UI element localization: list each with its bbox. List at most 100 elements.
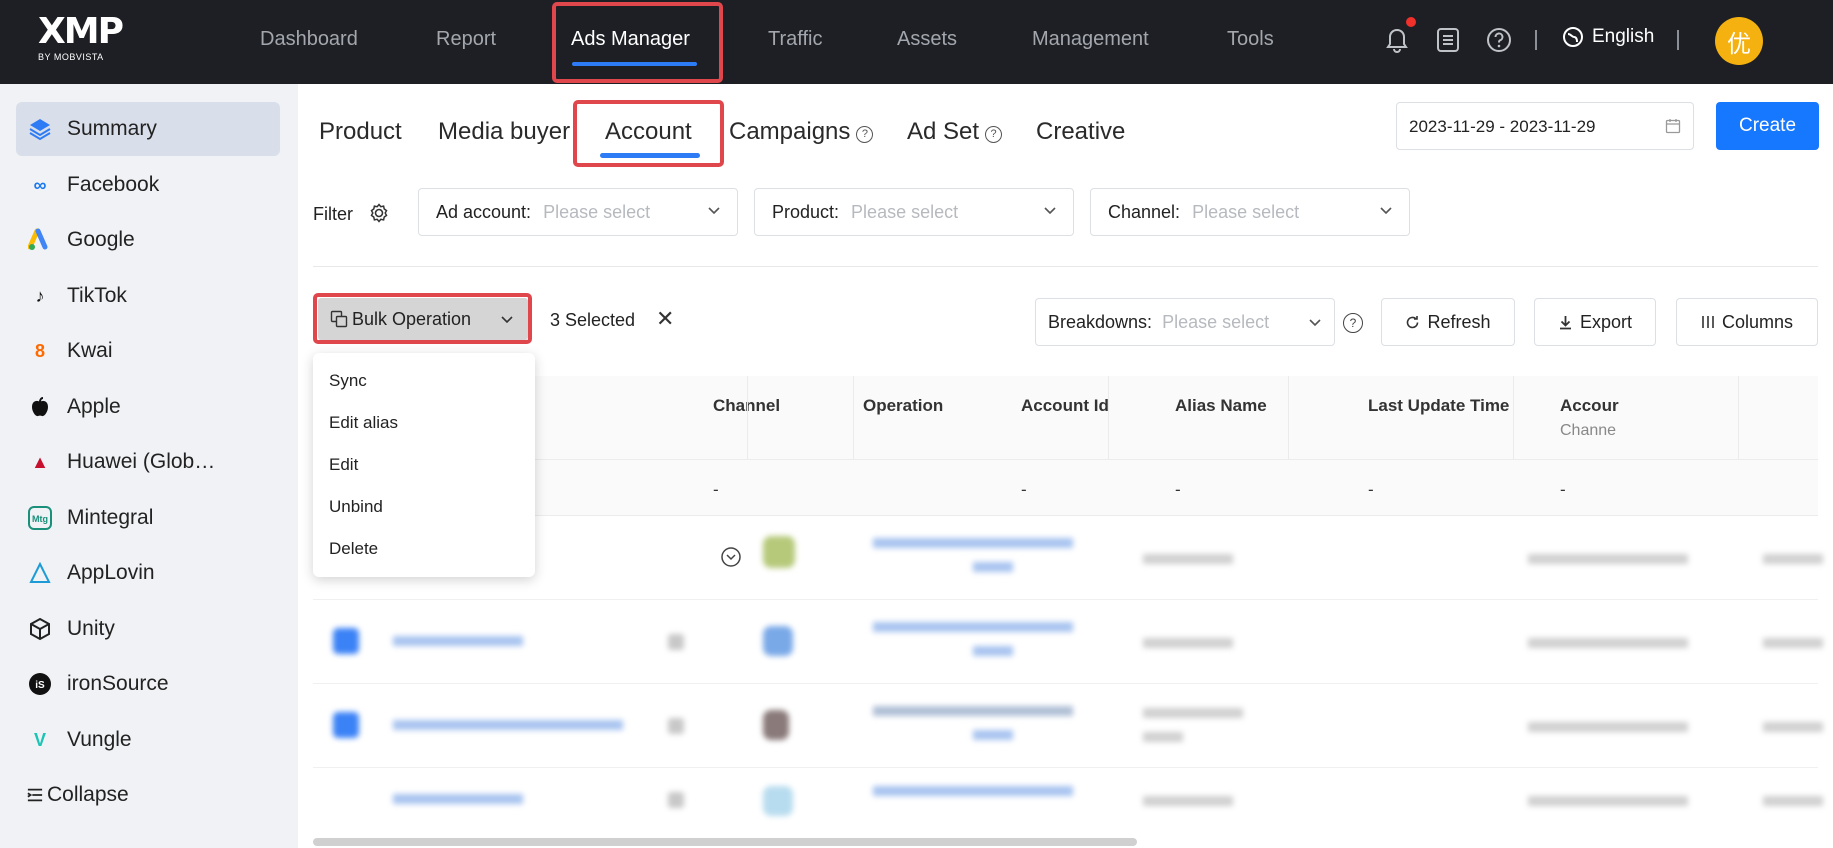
xmp-logo[interactable]: XMP BY MOBVISTA xyxy=(38,14,124,63)
summary-row: - - - - - xyxy=(313,460,1818,516)
nav-dashboard[interactable]: Dashboard xyxy=(260,28,358,51)
row-checkbox[interactable] xyxy=(333,712,359,738)
help-icon[interactable]: ? xyxy=(1343,313,1363,333)
sidebar-item-applovin[interactable]: AppLovin xyxy=(16,546,280,600)
account-channel-cell xyxy=(1763,796,1823,806)
create-button[interactable]: Create xyxy=(1716,102,1819,150)
account-name-link[interactable] xyxy=(393,794,523,804)
document-list-icon[interactable] xyxy=(1434,26,1462,54)
ad-account-select[interactable]: Ad account: Please select xyxy=(418,188,738,236)
row-action-icon[interactable] xyxy=(668,634,684,650)
account-channel-cell xyxy=(1763,722,1823,732)
row-action-icon[interactable] xyxy=(668,718,684,734)
sidebar-item-ironsource[interactable]: iS ironSource xyxy=(16,657,280,711)
product-select[interactable]: Product: Please select xyxy=(754,188,1074,236)
channel-logo xyxy=(763,786,793,816)
help-icon[interactable]: ? xyxy=(985,125,1003,143)
highlight-nav-ads-manager xyxy=(552,2,723,83)
avatar[interactable]: 优 xyxy=(1715,17,1763,65)
clear-selection-icon[interactable]: ✕ xyxy=(656,306,674,332)
language-switcher[interactable]: English xyxy=(1562,26,1654,48)
expand-row-icon[interactable] xyxy=(720,546,742,568)
divider xyxy=(1535,30,1537,50)
account-name-link[interactable] xyxy=(393,720,623,730)
account-id-cell xyxy=(1143,554,1233,564)
channel-logo xyxy=(763,710,789,740)
tab-media-buyer[interactable]: Media buyer xyxy=(438,118,570,146)
tab-creative[interactable]: Creative xyxy=(1036,118,1125,146)
menu-item-unbind[interactable]: Unbind xyxy=(329,497,383,517)
date-range-picker[interactable]: 2023-11-29 - 2023-11-29 xyxy=(1396,102,1694,150)
sidebar-item-tiktok[interactable]: ♪ TikTok xyxy=(16,269,280,323)
sidebar-item-huawei[interactable]: ▲ Huawei (Glob… xyxy=(16,435,280,489)
row-checkbox[interactable] xyxy=(333,628,359,654)
nav-report[interactable]: Report xyxy=(436,28,496,51)
operation-links xyxy=(873,706,1073,716)
collapse-button[interactable]: Collapse xyxy=(16,768,280,822)
last-update-time-cell xyxy=(1528,638,1688,648)
help-icon[interactable] xyxy=(1485,26,1513,54)
sidebar-item-unity[interactable]: Unity xyxy=(16,602,280,656)
account-channel-cell xyxy=(1763,554,1823,564)
menu-item-edit[interactable]: Edit xyxy=(329,455,358,475)
column-header-alias-name[interactable]: Alias Name xyxy=(1175,396,1267,416)
tab-ad-set[interactable]: Ad Set? xyxy=(907,118,1003,146)
columns-icon xyxy=(1702,316,1714,328)
breakdowns-select[interactable]: Breakdowns: Please select xyxy=(1035,298,1335,346)
column-header-account-channel[interactable]: Accour xyxy=(1560,396,1619,416)
nav-management[interactable]: Management xyxy=(1032,28,1149,51)
refresh-icon xyxy=(1407,315,1419,328)
tab-campaigns[interactable]: Campaigns? xyxy=(729,118,874,146)
channel-logo xyxy=(763,626,793,656)
chevron-down-icon xyxy=(1044,207,1056,215)
chevron-down-icon xyxy=(1380,207,1392,215)
refresh-button[interactable]: Refresh xyxy=(1381,298,1515,346)
last-update-time-cell xyxy=(1528,554,1688,564)
table-row[interactable] xyxy=(313,768,1823,838)
account-id-cell xyxy=(1143,796,1233,806)
gear-icon[interactable] xyxy=(368,202,390,224)
sidebar-item-apple[interactable]: Apple xyxy=(16,380,280,434)
sidebar-item-facebook[interactable]: ∞ Facebook xyxy=(16,158,280,212)
sidebar-item-google[interactable]: Google xyxy=(16,213,280,267)
applovin-icon xyxy=(27,560,53,586)
nav-tools[interactable]: Tools xyxy=(1227,28,1274,51)
help-icon[interactable]: ? xyxy=(856,125,874,143)
vungle-icon: V xyxy=(33,729,46,750)
channel-select[interactable]: Channel: Please select xyxy=(1090,188,1410,236)
column-subheader: Channe xyxy=(1560,422,1617,439)
divider xyxy=(1677,30,1679,50)
globe-icon xyxy=(1563,27,1583,47)
horizontal-scrollbar[interactable] xyxy=(313,838,1137,846)
sidebar-item-kwai[interactable]: 8 Kwai xyxy=(16,324,280,378)
tab-product[interactable]: Product xyxy=(319,118,402,146)
sidebar-item-summary[interactable]: Summary xyxy=(16,102,280,156)
download-icon xyxy=(1559,315,1571,329)
divider xyxy=(313,266,1818,267)
operation-links xyxy=(973,562,1013,572)
collapse-icon xyxy=(27,782,43,808)
sidebar-item-mintegral[interactable]: Mtg Mintegral xyxy=(16,491,280,545)
huawei-icon: ▲ xyxy=(31,451,49,472)
summary-cell: - xyxy=(1560,480,1566,499)
column-header-account-id[interactable]: Account Id xyxy=(1021,396,1109,416)
table-row[interactable] xyxy=(313,516,1823,600)
menu-item-sync[interactable]: Sync xyxy=(329,371,367,391)
row-action-icon[interactable] xyxy=(668,792,684,808)
nav-assets[interactable]: Assets xyxy=(897,28,957,51)
account-name-link[interactable] xyxy=(393,636,523,646)
sidebar-item-vungle[interactable]: V Vungle xyxy=(16,713,280,767)
table-row[interactable] xyxy=(313,600,1823,684)
nav-traffic[interactable]: Traffic xyxy=(768,28,822,51)
bell-icon[interactable] xyxy=(1383,26,1411,54)
column-header-last-update-time[interactable]: Last Update Time xyxy=(1368,396,1509,416)
column-header-operation[interactable]: Operation xyxy=(863,396,943,416)
export-button[interactable]: Export xyxy=(1534,298,1656,346)
table-row[interactable] xyxy=(313,684,1823,768)
menu-item-delete[interactable]: Delete xyxy=(329,539,378,559)
columns-button[interactable]: Columns xyxy=(1676,298,1818,346)
unity-icon xyxy=(27,616,53,642)
mintegral-icon: Mtg xyxy=(27,505,53,531)
apple-icon xyxy=(27,394,53,420)
menu-item-edit-alias[interactable]: Edit alias xyxy=(329,413,398,433)
